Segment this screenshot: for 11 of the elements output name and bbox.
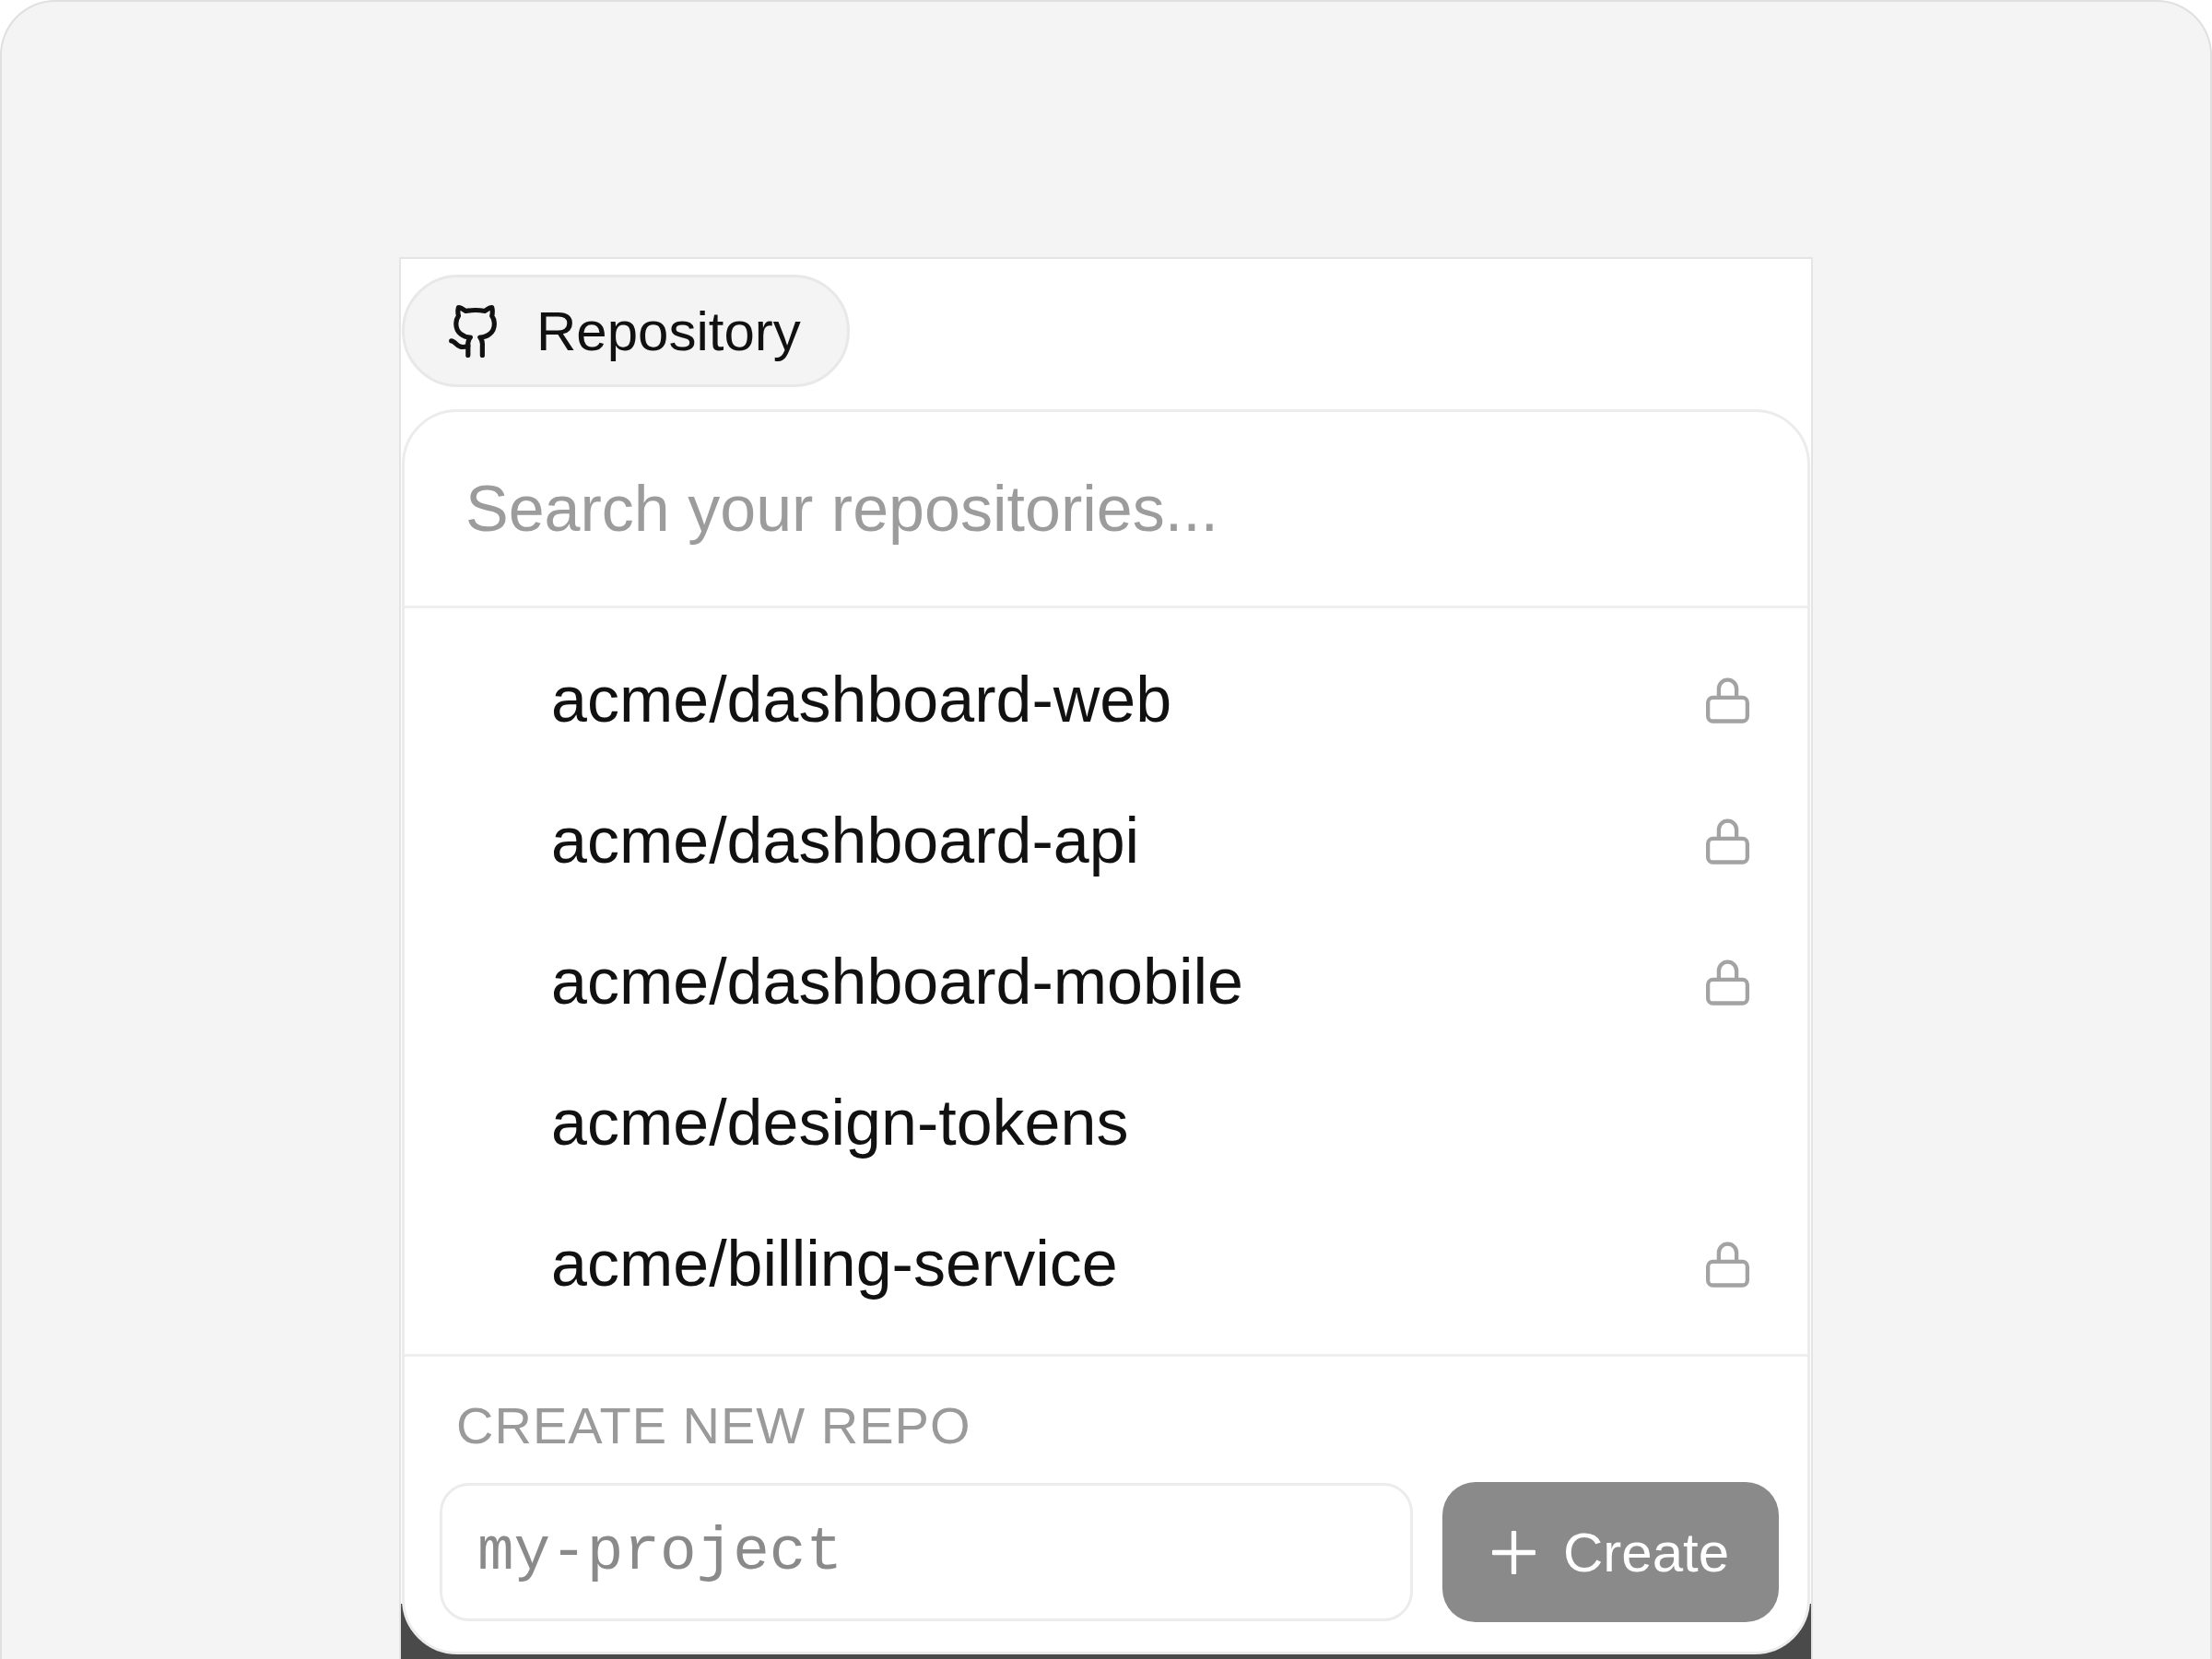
repository-button[interactable]: Repository <box>402 275 850 387</box>
plus-icon <box>1491 1530 1535 1574</box>
search-field[interactable]: Search your repositories... <box>465 467 1747 550</box>
repository-item[interactable]: acme/design-tokens <box>405 1052 1807 1193</box>
repository-item[interactable]: acme/dashboard-api <box>405 770 1807 911</box>
cat-icon <box>449 304 497 358</box>
repo-name-input[interactable]: my-project <box>440 1483 1413 1621</box>
repository-item[interactable]: acme/dashboard-web <box>405 629 1807 770</box>
repository-item[interactable]: acme/dashboard-mobile <box>405 911 1807 1052</box>
section-heading: CREATE NEW REPO <box>455 1395 972 1456</box>
repository-item[interactable]: acme/billing-service <box>405 1193 1807 1334</box>
